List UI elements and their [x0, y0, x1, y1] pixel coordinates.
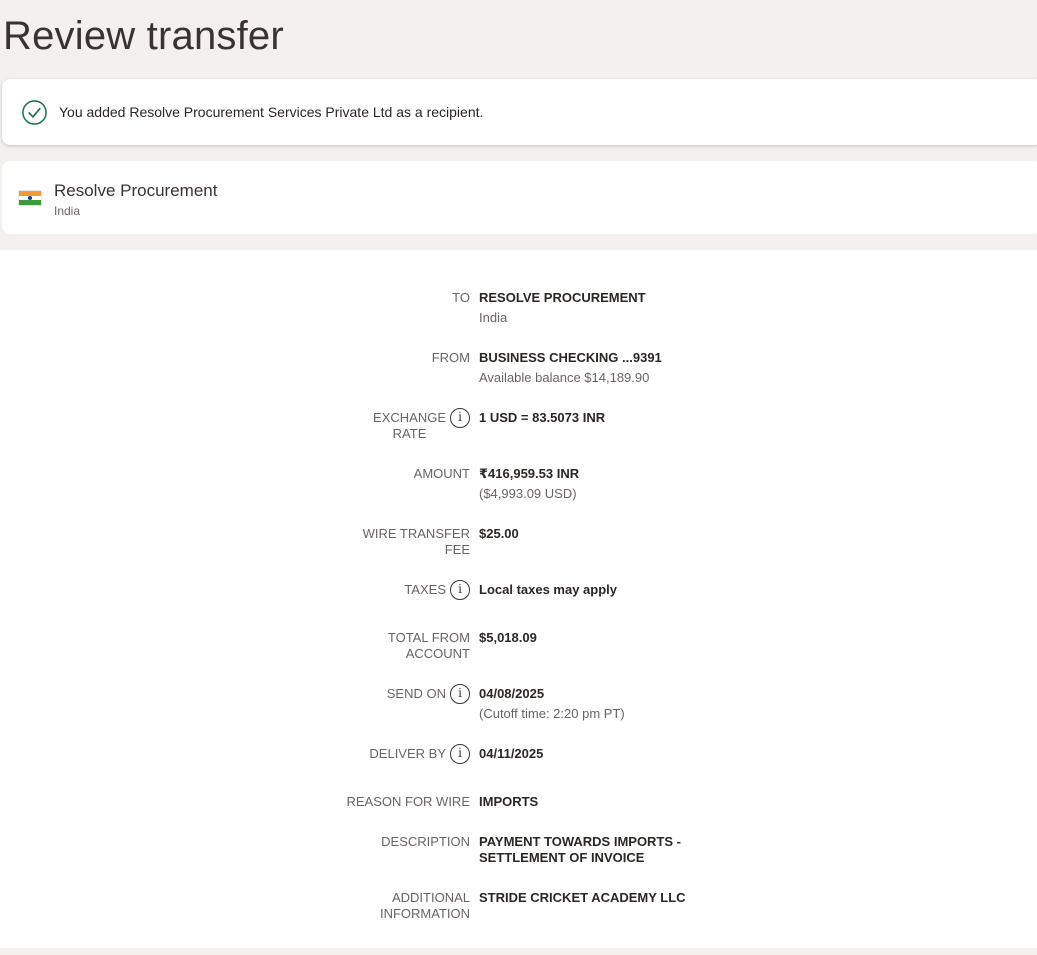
from-label: FROM	[431, 350, 470, 365]
recipient-card: Resolve Procurement India	[2, 161, 1037, 234]
taxes-value: Local taxes may apply	[479, 582, 618, 597]
total-value: $5,018.09	[479, 630, 537, 645]
page-title: Review transfer	[3, 14, 284, 58]
to-value-text: RESOLVE PROCUREMENT	[479, 290, 646, 305]
recipient-country: India	[54, 204, 81, 218]
from-value: BUSINESS CHECKING ...9391 Available bala…	[479, 350, 662, 386]
taxes-label: TAXES i	[404, 580, 470, 600]
amount-inr: ₹416,959.53 INR	[479, 466, 580, 481]
footer-divider	[0, 948, 1037, 955]
transfer-details: TO RESOLVE PROCUREMENT India FROM BUSINE…	[0, 250, 1037, 948]
exchange-rate-label-line1: EXCHANGE	[373, 410, 446, 425]
exchange-rate-value: 1 USD = 83.5073 INR	[479, 410, 606, 425]
send-on-value: 04/08/2025 (Cutoff time: 2:20 pm PT)	[479, 686, 625, 722]
description-line2: SETTLEMENT OF INVOICE	[479, 850, 645, 865]
info-icon[interactable]: i	[450, 408, 470, 428]
amount-usd: ($4,993.09 USD)	[479, 486, 577, 501]
additional-info-label: ADDITIONAL INFORMATION	[380, 890, 470, 922]
info-icon[interactable]: i	[450, 684, 470, 704]
exchange-rate-label-line2: RATE	[392, 426, 427, 441]
success-banner: You added Resolve Procurement Services P…	[2, 79, 1037, 145]
additional-label-line1: ADDITIONAL	[391, 890, 470, 905]
amount-label: AMOUNT	[413, 466, 470, 481]
check-circle-icon	[22, 99, 47, 125]
amount-value: ₹416,959.53 INR ($4,993.09 USD)	[479, 466, 579, 502]
reason-label: REASON FOR WIRE	[346, 794, 470, 809]
wire-fee-label-line1: WIRE TRANSFER	[362, 526, 470, 541]
wire-fee-value: $25.00	[479, 526, 519, 541]
to-value: RESOLVE PROCUREMENT India	[479, 290, 646, 326]
additional-label-line2: INFORMATION	[379, 906, 470, 921]
deliver-by-label: DELIVER BY i	[369, 744, 470, 764]
description-value: PAYMENT TOWARDS IMPORTS - SETTLEMENT OF …	[479, 834, 681, 866]
info-icon[interactable]: i	[450, 580, 470, 600]
wire-fee-label: WIRE TRANSFER FEE	[363, 526, 470, 558]
banner-message: You added Resolve Procurement Services P…	[59, 104, 484, 120]
to-sub: India	[479, 310, 508, 325]
india-flag-icon	[18, 190, 42, 206]
from-value-text: BUSINESS CHECKING ...9391	[479, 350, 662, 365]
recipient-name: Resolve Procurement	[54, 181, 218, 200]
send-on-date: 04/08/2025	[479, 686, 545, 701]
total-label: TOTAL FROM ACCOUNT	[388, 630, 470, 662]
info-icon[interactable]: i	[450, 744, 470, 764]
total-label-line1: TOTAL FROM	[387, 630, 470, 645]
send-on-label: SEND ON i	[386, 684, 470, 704]
cutoff-time: (Cutoff time: 2:20 pm PT)	[479, 706, 625, 721]
deliver-by-value: 04/11/2025	[479, 746, 544, 761]
additional-info-value: STRIDE CRICKET ACADEMY LLC	[479, 890, 686, 905]
exchange-rate-label: EXCHANGE RATE i	[373, 408, 470, 442]
send-on-label-text: SEND ON	[386, 686, 446, 701]
to-label: TO	[452, 290, 470, 305]
description-line1: PAYMENT TOWARDS IMPORTS -	[479, 834, 681, 849]
reason-value: IMPORTS	[479, 794, 539, 809]
taxes-label-text: TAXES	[404, 582, 446, 597]
wire-fee-label-line2: FEE	[444, 542, 470, 557]
available-balance: Available balance $14,189.90	[479, 370, 650, 385]
total-label-line2: ACCOUNT	[405, 646, 470, 661]
description-label: DESCRIPTION	[381, 834, 470, 849]
deliver-by-label-text: DELIVER BY	[369, 746, 446, 761]
